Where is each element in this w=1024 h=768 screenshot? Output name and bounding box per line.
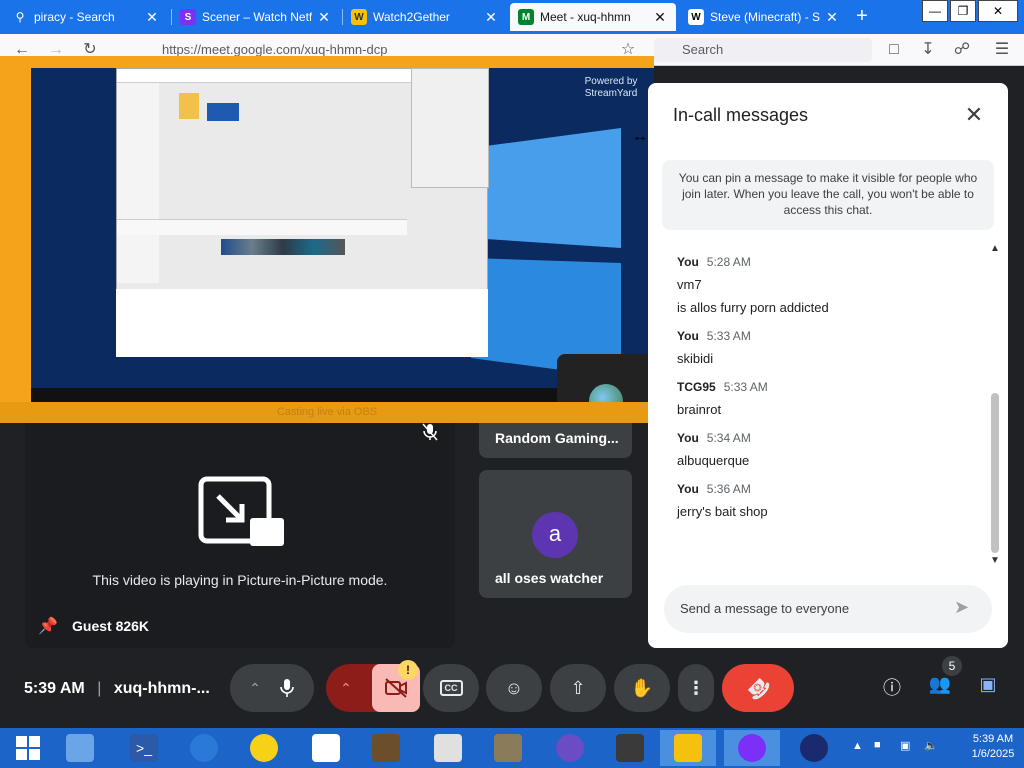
download-icon[interactable]: ↧ — [918, 40, 938, 60]
message-group: TCG95 5:33 AM brainrot — [677, 380, 768, 417]
start-button[interactable] — [0, 730, 56, 766]
message-group: You 5:33 AM skibidi — [677, 329, 751, 366]
chevron-up-icon[interactable]: ⌃ — [249, 680, 261, 697]
more-options-button[interactable]: ⋮ — [678, 664, 714, 712]
message-group: You 5:34 AM albuquerque — [677, 431, 751, 468]
mic-control[interactable]: ⌃ — [230, 664, 314, 712]
pip-message: This video is playing in Picture-in-Pict… — [92, 572, 388, 588]
connection-icon[interactable]: ▣ — [900, 739, 910, 752]
search-input[interactable]: Search — [654, 38, 872, 62]
meet-icon: M — [518, 9, 534, 25]
people-icon[interactable]: 👥 — [928, 674, 952, 698]
watch2gether-icon: W — [351, 9, 367, 25]
menu-icon[interactable]: ☰ — [992, 40, 1012, 60]
tab-scener[interactable]: S Scener – Watch Netfl ✕ — [172, 3, 340, 31]
pocket-icon[interactable]: □ — [884, 40, 904, 60]
browser-tab-bar: ⚲ piracy - Search ✕ S Scener – Watch Net… — [0, 0, 1024, 34]
close-tab-icon[interactable]: ✕ — [483, 9, 499, 26]
scrollbar-thumb[interactable] — [991, 393, 999, 553]
yahoo-taskbar-icon[interactable] — [724, 730, 780, 766]
tab-piracy-search[interactable]: ⚲ piracy - Search ✕ — [4, 3, 168, 31]
sync-taskbar-icon[interactable] — [176, 730, 232, 766]
stream-caption: Casting live via OBS — [0, 402, 654, 423]
chat-pin-note: You can pin a message to make it visible… — [662, 160, 994, 230]
message-group: You 5:28 AM vm7 is allos furry porn addic… — [677, 255, 829, 315]
send-icon[interactable]: ➤ — [954, 597, 978, 621]
microphone-icon — [280, 679, 294, 697]
captions-icon: CC — [439, 680, 463, 696]
resize-handle-icon[interactable]: ↔ — [632, 128, 648, 146]
avatar: a — [532, 512, 578, 558]
yahoo-messenger-taskbar-icon[interactable] — [236, 730, 292, 766]
picture-in-picture-icon — [198, 476, 284, 546]
virus-taskbar-icon[interactable] — [542, 730, 598, 766]
pinned-participant-name: 📌 Guest 826K — [38, 616, 150, 636]
captions-button[interactable]: CC — [423, 664, 479, 712]
file-explorer-taskbar-icon[interactable] — [52, 730, 108, 766]
close-window-button[interactable]: ✕ — [978, 0, 1018, 22]
chat-title: In-call messages — [673, 105, 809, 125]
participant-count-badge: 5 — [942, 656, 962, 676]
volume-icon[interactable]: 🔈 — [924, 739, 938, 752]
windows-logo-background — [471, 128, 621, 378]
windows-logo-icon — [16, 736, 40, 760]
scener-icon: S — [180, 9, 196, 25]
wikipedia-icon: W — [688, 9, 704, 25]
pin-icon[interactable]: 📌 — [38, 616, 58, 636]
scroll-down-icon[interactable]: ▼ — [989, 555, 1001, 566]
gimp-taskbar-icon[interactable] — [480, 730, 536, 766]
watch2gether-taskbar-icon[interactable] — [660, 730, 716, 766]
minecraft-taskbar-icon[interactable] — [358, 730, 414, 766]
maximize-button[interactable]: ❐ — [950, 0, 976, 22]
chat-icon[interactable]: ▣ — [976, 674, 1000, 698]
powershell-taskbar-icon[interactable]: >_ — [116, 730, 172, 766]
close-icon[interactable]: ✕ — [962, 103, 986, 127]
reactions-button[interactable]: ☺ — [486, 664, 542, 712]
more-vert-icon: ⋮ — [687, 677, 705, 698]
close-tab-icon[interactable]: ✕ — [652, 9, 668, 26]
meet-control-bar: 5:39 AM | xuq-hhmn-... ⌃ ⌃ CC ☺ ⇧ ✋ ⋮ ☎ … — [0, 662, 1024, 728]
meeting-time-and-code: 5:39 AM | xuq-hhmn-... — [24, 680, 210, 697]
extensions-icon[interactable]: ☍ — [952, 40, 972, 60]
screen: ⚲ piracy - Search ✕ S Scener – Watch Net… — [0, 0, 1024, 768]
warning-badge: ! — [398, 660, 418, 680]
show-hidden-icons-icon[interactable]: ▲ — [852, 740, 863, 752]
minimize-button[interactable]: — — [922, 0, 948, 22]
tab-meet[interactable]: M Meet - xuq-hhmn ✕ — [510, 3, 676, 31]
vm-taskbar-icon[interactable] — [420, 730, 476, 766]
notepad-taskbar-icon[interactable] — [298, 730, 354, 766]
close-tab-icon[interactable]: ✕ — [316, 9, 332, 26]
tab-watch2gether[interactable]: W Watch2Gether ✕ — [343, 3, 507, 31]
network-icon[interactable]: ■ — [874, 739, 881, 751]
phone-hangup-icon: ☎ — [741, 671, 775, 705]
meeting-info-icon[interactable]: ⓘ — [880, 674, 904, 698]
scroll-up-icon[interactable]: ▲ — [989, 243, 1001, 254]
chat-message-input[interactable]: Send a message to everyone — [664, 585, 992, 633]
mic-off-icon — [422, 423, 438, 441]
chat-panel: In-call messages ✕ You can pin a message… — [648, 83, 1008, 648]
present-screen-icon: ⇧ — [570, 677, 586, 698]
present-button[interactable]: ⇧ — [550, 664, 606, 712]
new-tab-button[interactable]: + — [852, 6, 872, 26]
chevron-up-icon[interactable]: ⌃ — [340, 680, 352, 697]
shared-screen: Powered by StreamYard — [31, 68, 654, 402]
emoji-icon: ☺ — [504, 677, 524, 698]
taskbar-clock[interactable]: 5:39 AM 1/6/2025 — [964, 732, 1022, 762]
browser-taskbar-icon[interactable] — [786, 730, 842, 766]
windows-taskbar: >_ ▲ ■ ▣ 🔈 5:39 AM 1/6/2025 — [0, 728, 1024, 768]
streamyard-watermark: Powered by StreamYard — [584, 76, 638, 99]
search-icon: ⚲ — [15, 10, 25, 24]
pip-video-window[interactable]: Powered by StreamYard Casting live via O… — [0, 56, 654, 423]
message-list: You 5:28 AM vm7 is allos furry porn addic… — [677, 243, 977, 519]
tab-steve-minecraft[interactable]: W Steve (Minecraft) - St ✕ — [680, 3, 848, 31]
close-tab-icon[interactable]: ✕ — [144, 9, 160, 26]
monitor-taskbar-icon[interactable] — [602, 730, 658, 766]
close-tab-icon[interactable]: ✕ — [824, 9, 840, 26]
raise-hand-button[interactable]: ✋ — [614, 664, 670, 712]
message-group: You 5:36 AM jerry's bait shop — [677, 482, 768, 519]
leave-call-button[interactable]: ☎ — [722, 664, 794, 712]
hand-icon: ✋ — [630, 677, 654, 698]
